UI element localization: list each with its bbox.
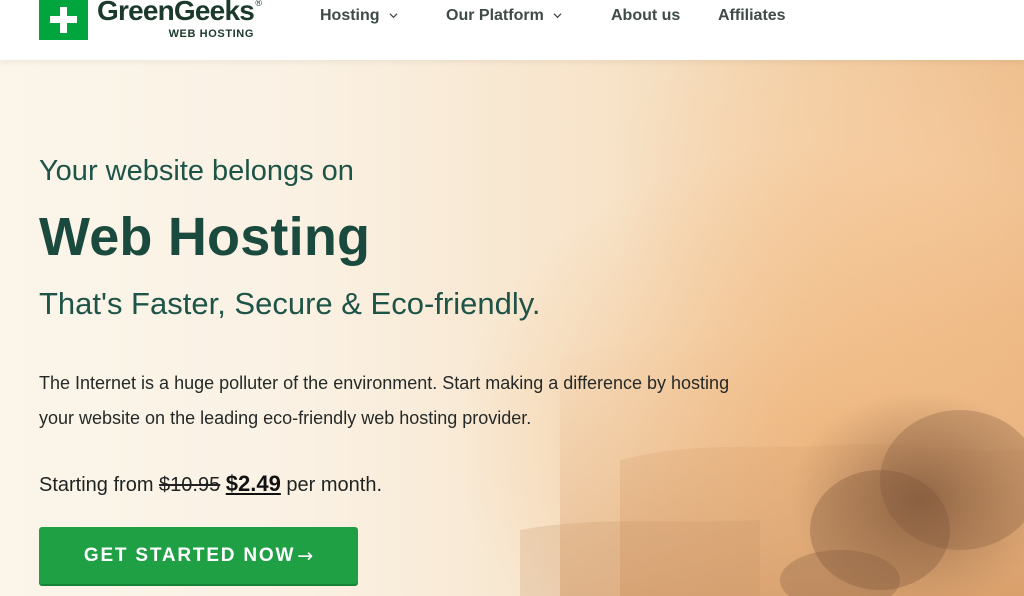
nav-item-label: Hosting <box>320 7 380 24</box>
hero-subtitle: That's Faster, Secure & Eco-friendly. <box>39 286 541 321</box>
nav-item-label: Affiliates <box>718 7 786 24</box>
price-line: Starting from $10.95 $2.49 per month. <box>39 471 382 497</box>
nav-item-about-us[interactable]: About us <box>611 7 680 25</box>
hero-background-image <box>520 331 1024 596</box>
chevron-down-icon <box>389 11 398 20</box>
nav-item-our-platform[interactable]: Our Platform <box>446 7 562 25</box>
page: GreenGeeks ® WEB HOSTING Hosting Our Pla… <box>0 0 1024 596</box>
hero-description: The Internet is a huge polluter of the e… <box>39 373 730 428</box>
price-suffix: per month. <box>286 474 383 496</box>
arrow-right-icon: → <box>297 544 314 567</box>
hero-section: Your website belongs on Web Hosting That… <box>0 60 1024 596</box>
nav-item-label: About us <box>611 7 681 24</box>
get-started-button[interactable]: GET STARTED NOW → <box>39 527 358 584</box>
chevron-down-icon <box>553 11 562 20</box>
nav-item-label: Our Platform <box>446 7 544 24</box>
hero-title: Web Hosting <box>39 207 371 267</box>
hero-pre-title: Your website belongs on <box>39 155 354 187</box>
nav-item-affiliates[interactable]: Affiliates <box>718 7 786 25</box>
old-price: $10.95 <box>159 474 221 496</box>
new-price: $2.49 <box>225 471 281 496</box>
price-prefix: Starting from <box>39 474 154 496</box>
main-nav: Hosting Our Platform About us Affiliates <box>0 0 1024 34</box>
nav-item-hosting[interactable]: Hosting <box>320 7 398 25</box>
get-started-label: GET STARTED NOW <box>83 544 296 566</box>
site-header: GreenGeeks ® WEB HOSTING Hosting Our Pla… <box>0 0 1024 60</box>
